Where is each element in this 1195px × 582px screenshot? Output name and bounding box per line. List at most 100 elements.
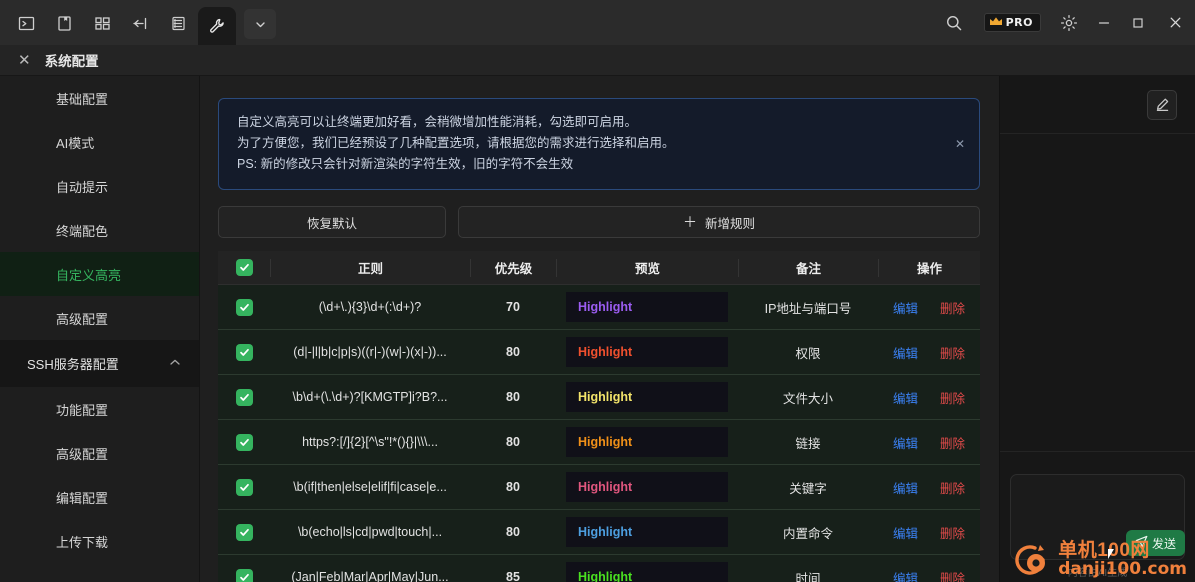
tab-settings-wrench[interactable]	[198, 7, 236, 45]
preview-swatch: Highlight	[566, 472, 728, 502]
table-row: \b(if|then|else|elif|fi|case|e... 80 Highl…	[218, 465, 980, 510]
restore-defaults-label: 恢复默认	[306, 216, 357, 231]
chevron-down-icon[interactable]	[244, 9, 276, 39]
checkbox-checked-icon	[235, 298, 253, 316]
row-checkbox[interactable]	[218, 523, 270, 541]
add-rule-button[interactable]: ＋ 新增规则	[458, 206, 980, 238]
sidebar-item-terminal-colors[interactable]: 终端配色	[0, 208, 199, 252]
list-icon[interactable]	[160, 6, 196, 40]
edit-link[interactable]: 编辑	[893, 388, 918, 407]
sidebar-item-upload-download[interactable]: 上传下载	[0, 519, 199, 563]
banner-line-2: 为了方便您，我们已经预设了几种配置选项，请根据您的需求进行选择和启用。	[237, 136, 675, 150]
cell-note: IP地址与端口号	[764, 301, 852, 316]
sidebar-item-label: AI模式	[56, 135, 95, 151]
title-bar-controls: PRO	[936, 0, 1195, 45]
file-icon[interactable]	[46, 6, 82, 40]
sidebar-item-advanced-config[interactable]: 高级配置	[0, 431, 199, 475]
ai-disclaimer: 内容由AI生成	[1067, 568, 1128, 579]
header-action: 操作	[878, 258, 980, 277]
delete-link[interactable]: 删除	[940, 298, 965, 317]
cell-preview: Highlight	[556, 292, 738, 322]
pro-badge[interactable]: PRO	[983, 13, 1041, 32]
delete-link[interactable]: 删除	[940, 343, 965, 362]
cell-actions: 编辑 删除	[878, 298, 980, 317]
gear-icon[interactable]	[1051, 0, 1087, 45]
edit-link[interactable]: 编辑	[893, 568, 918, 582]
checkbox-checked-icon	[235, 523, 253, 541]
search-icon[interactable]	[936, 0, 972, 45]
edit-link[interactable]: 编辑	[893, 343, 918, 362]
cell-preview: Highlight	[556, 337, 738, 367]
banner-close-icon[interactable]: ✕	[955, 138, 965, 150]
sidebar-toggle-icon[interactable]	[122, 6, 158, 40]
edit-link[interactable]: 编辑	[893, 523, 918, 542]
preview-swatch: Highlight	[566, 292, 728, 322]
pencil-icon[interactable]	[1147, 89, 1177, 120]
table-header-row: 正则 优先级 预览 备注 操作	[218, 251, 980, 285]
cell-regex: https?:[/]{2}[^\s"!*(){}|\\\...	[302, 435, 438, 449]
chevron-up-icon	[169, 358, 181, 369]
send-button[interactable]: 发送	[1125, 530, 1185, 556]
row-checkbox[interactable]	[218, 298, 270, 316]
send-label: 发送	[1151, 536, 1176, 551]
table-row: \b\d+(\.\d+)?[KMGTP]i?B?... 80 Highlight 文件…	[218, 375, 980, 420]
sidebar-item-auto-hint[interactable]: 自动提示	[0, 164, 199, 208]
edit-link[interactable]: 编辑	[893, 478, 918, 497]
sidebar-group-label: SSH服务器配置	[27, 357, 119, 372]
sidebar-item-ai-mode[interactable]: AI模式	[0, 120, 199, 164]
header-select-all-checkbox[interactable]	[218, 259, 270, 276]
row-checkbox[interactable]	[218, 478, 270, 496]
sidebar-item-label: 高级配置	[56, 311, 109, 327]
sidebar: 基础配置 AI模式 自动提示 终端配色 自定义高亮 高级配置 SSH服务器配置	[0, 76, 200, 582]
delete-link[interactable]: 删除	[940, 433, 965, 452]
terminal-icon[interactable]	[8, 6, 44, 40]
preview-swatch: Highlight	[566, 427, 728, 457]
sidebar-item-basic[interactable]: 基础配置	[0, 76, 199, 120]
cell-priority: 80	[506, 480, 520, 494]
layout-icon[interactable]	[84, 6, 120, 40]
sidebar-item-label: 自定义高亮	[56, 267, 122, 283]
cell-actions: 编辑 删除	[878, 478, 980, 497]
cell-priority: 80	[506, 345, 520, 359]
right-panel-header	[1000, 76, 1195, 134]
cell-regex: (d|-|l|b|c|p|s)((r|-)(w|-)(x|-))...	[293, 345, 447, 359]
pro-label: PRO	[1005, 16, 1033, 29]
cell-actions: 编辑 删除	[878, 388, 980, 407]
banner-line-1: 自定义高亮可以让终端更加好看，会稍微增加性能消耗，勾选即可启用。	[237, 115, 638, 129]
restore-defaults-button[interactable]: 恢复默认	[218, 206, 446, 238]
body: 基础配置 AI模式 自动提示 终端配色 自定义高亮 高级配置 SSH服务器配置	[0, 76, 1195, 582]
edit-link[interactable]: 编辑	[893, 298, 918, 317]
header-note: 备注	[738, 258, 878, 277]
sidebar-item-edit-config[interactable]: 编辑配置	[0, 475, 199, 519]
delete-link[interactable]: 删除	[940, 478, 965, 497]
row-checkbox[interactable]	[218, 343, 270, 361]
delete-link[interactable]: 删除	[940, 568, 965, 582]
delete-link[interactable]: 删除	[940, 388, 965, 407]
maximize-button[interactable]	[1121, 0, 1155, 45]
sidebar-item-function-config[interactable]: 功能配置	[0, 387, 199, 431]
cell-note: 关键字	[789, 481, 827, 496]
row-checkbox[interactable]	[218, 433, 270, 451]
row-checkbox[interactable]	[218, 568, 270, 582]
sidebar-item-label: 上传下载	[56, 534, 109, 550]
sidebar-item-label: 高级配置	[56, 446, 109, 462]
cell-regex: (Jan|Feb|Mar|Apr|May|Jun...	[291, 570, 449, 582]
minimize-button[interactable]	[1087, 0, 1121, 45]
page-close-icon[interactable]: ✕	[18, 53, 31, 68]
right-panel-conversation	[1000, 134, 1195, 452]
table-row: (Jan|Feb|Mar|Apr|May|Jun... 85 Highlight 时间…	[218, 555, 980, 582]
cell-priority: 80	[506, 525, 520, 539]
row-checkbox[interactable]	[218, 388, 270, 406]
edit-link[interactable]: 编辑	[893, 433, 918, 452]
table-row: \b(echo|ls|cd|pwd|touch|... 80 Highlight 内置…	[218, 510, 980, 555]
cell-preview: Highlight	[556, 472, 738, 502]
sidebar-group-ssh-server[interactable]: SSH服务器配置	[0, 340, 199, 387]
cell-preview: Highlight	[556, 427, 738, 457]
delete-link[interactable]: 删除	[940, 523, 965, 542]
cell-regex: \b(if|then|else|elif|fi|case|e...	[293, 480, 447, 494]
page-title: 系统配置	[44, 54, 99, 69]
close-button[interactable]	[1155, 0, 1195, 45]
sidebar-item-custom-highlight[interactable]: 自定义高亮	[0, 252, 199, 296]
sidebar-item-advanced[interactable]: 高级配置	[0, 296, 199, 340]
checkbox-checked-icon	[235, 568, 253, 582]
